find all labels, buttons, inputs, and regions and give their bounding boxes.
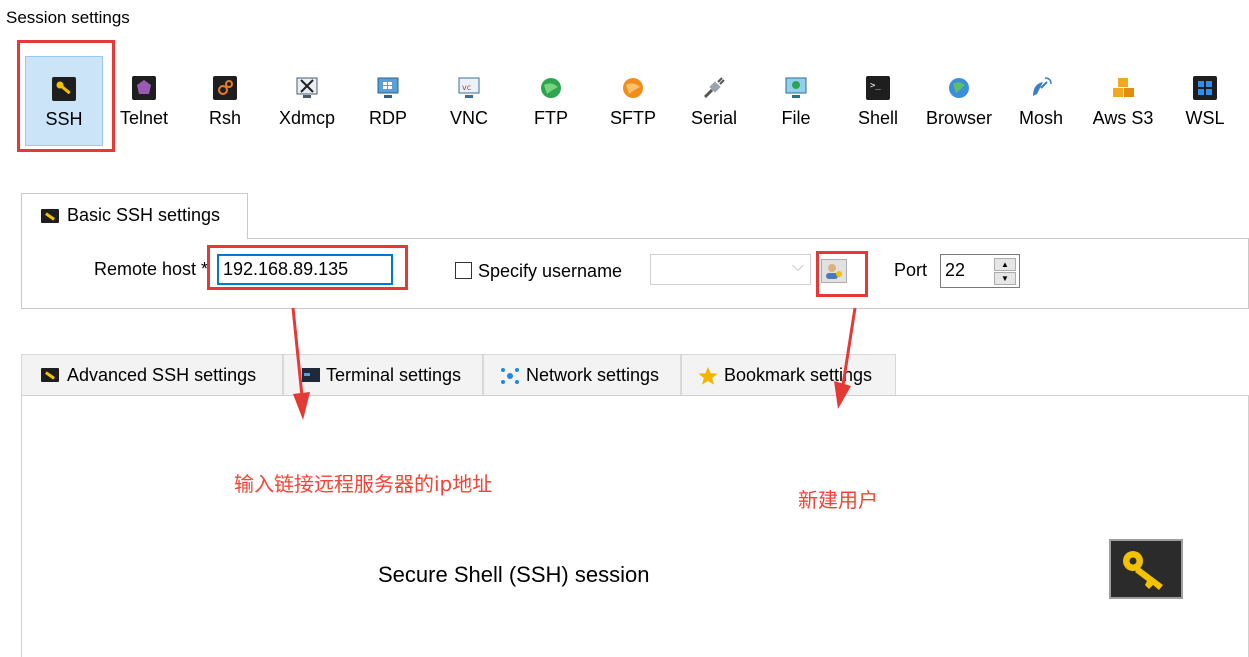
annotation-new-user-note: 新建用户: [798, 488, 878, 512]
tab-basic-ssh-settings[interactable]: Basic SSH settings: [21, 193, 248, 239]
ssh-key-icon: [41, 209, 59, 223]
annotation-ip-note: 输入链接远程服务器的ip地址: [234, 472, 493, 496]
tab-label: Basic SSH settings: [67, 205, 221, 225]
annotation-arrows: [291, 307, 857, 420]
